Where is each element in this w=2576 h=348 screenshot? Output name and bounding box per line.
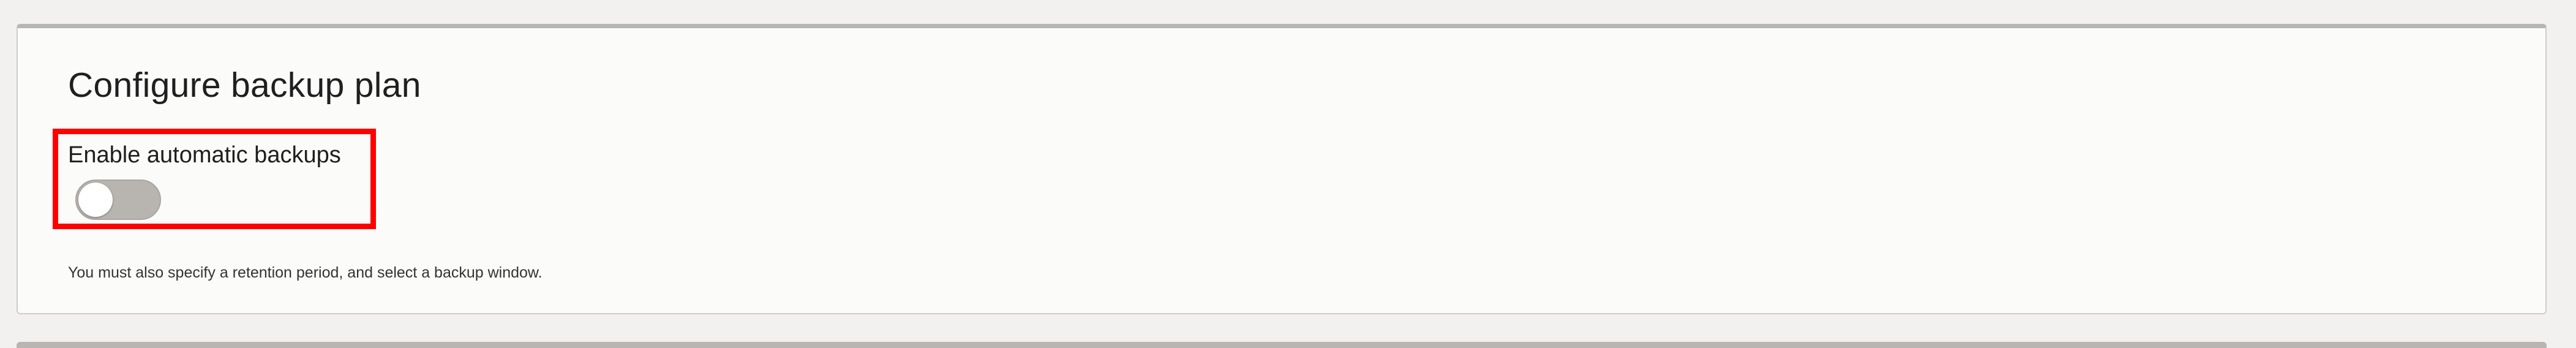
enable-automatic-backups-toggle[interactable]	[75, 180, 161, 220]
panel-title: Configure backup plan	[68, 66, 421, 105]
toggle-knob	[78, 183, 113, 217]
enable-automatic-backups-label: Enable automatic backups	[68, 142, 341, 168]
help-text: You must also specify a retention period…	[68, 264, 543, 281]
backup-plan-panel: Configure backup plan Enable automatic b…	[17, 24, 2547, 314]
next-panel-edge	[17, 342, 2547, 348]
